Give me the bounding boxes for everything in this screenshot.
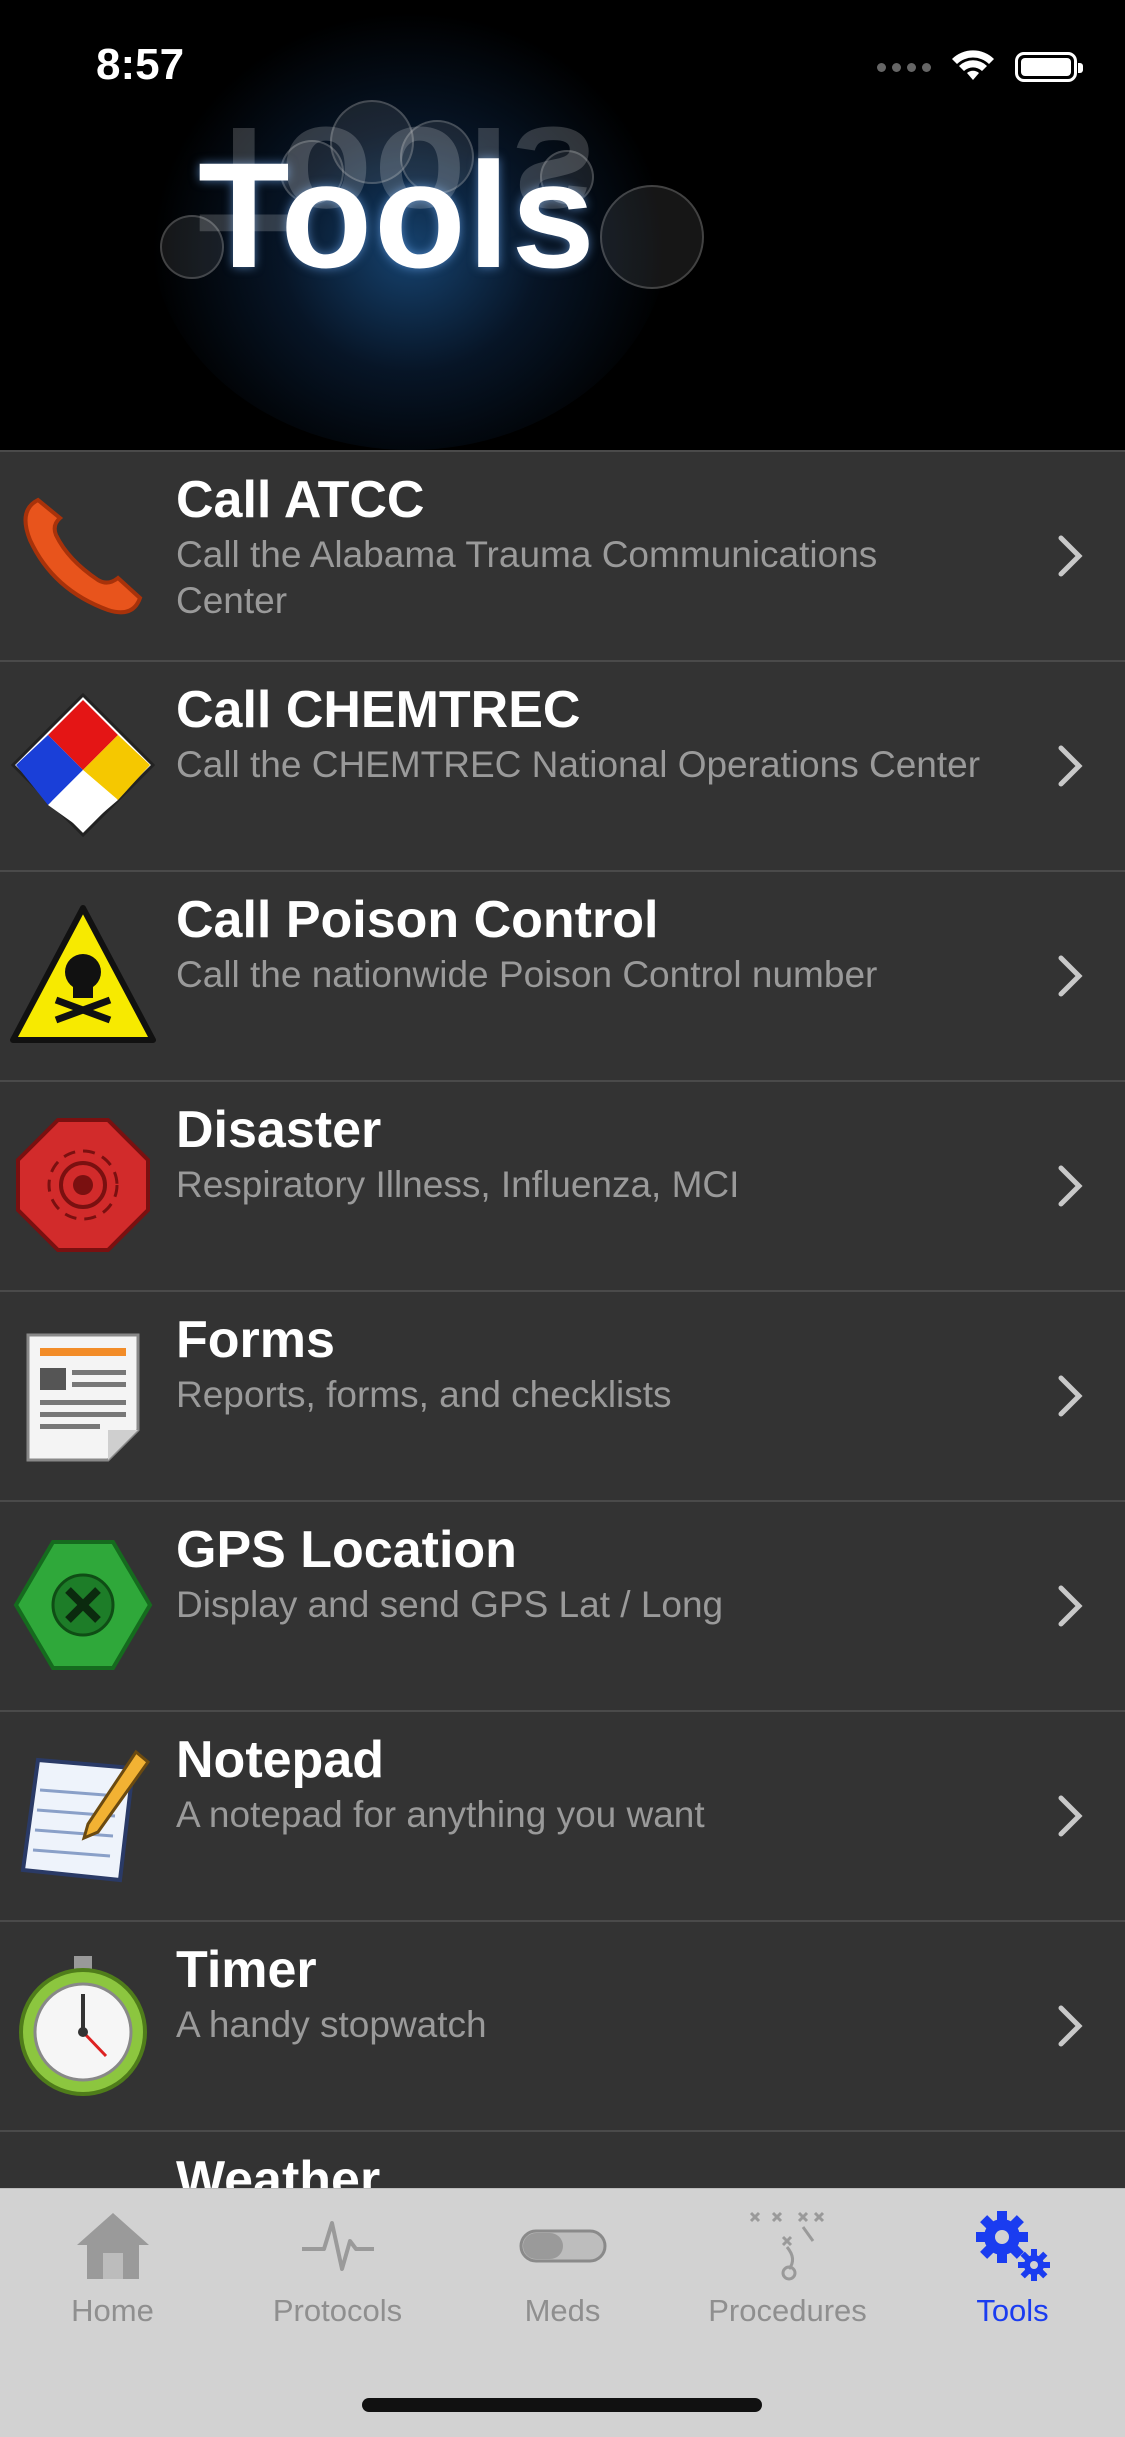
wifi-icon: [952, 50, 994, 80]
list-item-title: Timer: [176, 1941, 317, 1999]
list-item-title: Notepad: [176, 1731, 384, 1789]
chevron-right-icon: [1058, 1795, 1083, 1837]
tab-meds[interactable]: Meds: [450, 2207, 675, 2329]
tools-list: Call ATCC Call the Alabama Trauma Commun…: [0, 450, 1125, 2340]
list-item-subtitle: A notepad for anything you want: [176, 1794, 705, 1835]
chevron-right-icon: [1058, 1585, 1083, 1627]
header-banner: 8:57 Tools Tools: [0, 0, 1125, 450]
list-item-title: GPS Location: [176, 1521, 517, 1579]
list-item-subtitle: A handy stopwatch: [176, 2004, 487, 2045]
list-item-title: Call Poison Control: [176, 891, 659, 949]
home-icon: [76, 2213, 149, 2279]
list-item-call-atcc[interactable]: Call ATCC Call the Alabama Trauma Commun…: [0, 450, 1125, 660]
list-item-subtitle: Call the CHEMTREC National Operations Ce…: [176, 744, 981, 785]
list-item-notepad[interactable]: Notepad A notepad for anything you want: [0, 1710, 1125, 1920]
list-item-gps-location[interactable]: GPS Location Display and send GPS Lat / …: [0, 1500, 1125, 1710]
battery-icon: [1015, 52, 1083, 82]
list-item-title: Disaster: [176, 1101, 382, 1159]
list-item-title: Call ATCC: [176, 471, 425, 529]
list-item-subtitle: Display and send GPS Lat / Long: [176, 1584, 724, 1625]
ekg-icon: [301, 2221, 374, 2271]
tab-tools[interactable]: Tools: [900, 2207, 1125, 2329]
home-indicator[interactable]: [362, 2398, 762, 2412]
signal-icon: [877, 62, 931, 72]
disaster-siren-icon: [16, 1118, 150, 1252]
tab-label: Tools: [976, 2293, 1049, 2328]
stopwatch-icon: [19, 1956, 147, 2096]
play-diagram-icon: [749, 2211, 824, 2281]
tab-label: Home: [71, 2293, 154, 2328]
hazmat-diamond-icon: [10, 692, 156, 838]
phone-icon: [23, 497, 143, 615]
chevron-right-icon: [1058, 2005, 1083, 2047]
chevron-right-icon: [1058, 535, 1083, 577]
tab-protocols[interactable]: Protocols: [225, 2207, 450, 2329]
chevron-right-icon: [1058, 955, 1083, 997]
status-icons: [877, 50, 1083, 84]
chevron-right-icon: [1058, 1375, 1083, 1417]
list-item-subtitle: Respiratory Illness, Influenza, MCI: [176, 1164, 740, 1205]
poison-warning-icon: [10, 905, 156, 1043]
gears-icon: [975, 2211, 1050, 2281]
notepad-pencil-icon: [20, 1749, 151, 1883]
list-item-timer[interactable]: Timer A handy stopwatch: [0, 1920, 1125, 2130]
list-item-subtitle: Call the Alabama Trauma Communications C…: [176, 534, 878, 621]
list-item-call-poison-control[interactable]: Call Poison Control Call the nationwide …: [0, 870, 1125, 1080]
list-item-subtitle: Call the nationwide Poison Control numbe…: [176, 954, 878, 995]
tab-label: Protocols: [272, 2293, 403, 2328]
list-item-forms[interactable]: Forms Reports, forms, and checklists: [0, 1290, 1125, 1500]
bubble-decoration: [600, 185, 704, 289]
tab-label: Procedures: [708, 2293, 867, 2328]
tab-label: Meds: [524, 2293, 601, 2328]
page-title-reflection: Tools: [198, 96, 597, 264]
tab-home[interactable]: Home: [0, 2207, 225, 2329]
pill-icon: [519, 2229, 606, 2263]
status-time: 8:57: [96, 40, 185, 89]
list-item-call-chemtrec[interactable]: Call CHEMTREC Call the CHEMTREC National…: [0, 660, 1125, 870]
gps-target-icon: [13, 1540, 153, 1670]
document-icon: [26, 1333, 140, 1462]
chevron-right-icon: [1058, 1165, 1083, 1207]
list-item-title: Call CHEMTREC: [176, 681, 581, 739]
tab-procedures[interactable]: Procedures: [675, 2207, 900, 2329]
list-item-title: Forms: [176, 1311, 335, 1369]
chevron-right-icon: [1058, 745, 1083, 787]
list-item-disaster[interactable]: Disaster Respiratory Illness, Influenza,…: [0, 1080, 1125, 1290]
list-item-subtitle: Reports, forms, and checklists: [176, 1374, 672, 1415]
